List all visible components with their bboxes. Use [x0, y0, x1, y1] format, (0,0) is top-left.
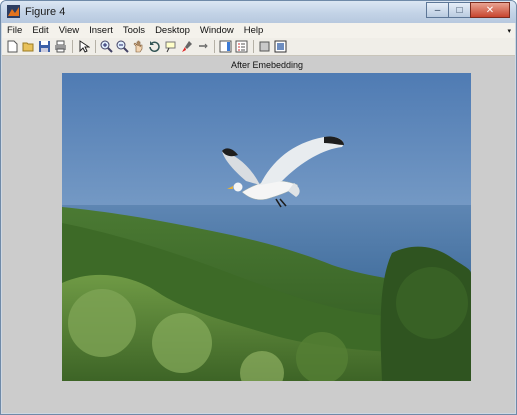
toolbar-separator — [253, 40, 254, 53]
window-title: Figure 4 — [25, 6, 66, 18]
matlab-figure-icon — [7, 5, 20, 18]
seagull-landscape-image — [62, 73, 471, 381]
menu-insert[interactable]: Insert — [84, 25, 118, 36]
menu-file[interactable]: File — [2, 25, 27, 36]
toolbar-separator — [95, 40, 96, 53]
show-plot-tools-icon[interactable] — [273, 40, 287, 54]
figure-canvas[interactable]: After Emebedding — [2, 56, 515, 413]
menubar-overflow-icon[interactable]: ▾ — [507, 27, 515, 35]
edit-plot-arrow-icon[interactable] — [76, 40, 90, 54]
insert-colorbar-icon[interactable] — [218, 40, 232, 54]
brush-icon[interactable] — [179, 40, 193, 54]
data-cursor-icon[interactable] — [163, 40, 177, 54]
menu-view[interactable]: View — [54, 25, 84, 36]
axes-title: After Emebedding — [230, 60, 304, 70]
print-icon[interactable] — [53, 40, 67, 54]
menu-desktop[interactable]: Desktop — [150, 25, 195, 36]
link-plot-icon[interactable] — [195, 40, 209, 54]
open-file-icon[interactable] — [21, 40, 35, 54]
title-bar[interactable]: Figure 4 – □ ✕ — [1, 1, 516, 23]
zoom-in-icon[interactable] — [99, 40, 113, 54]
pan-icon[interactable] — [131, 40, 145, 54]
menu-tools[interactable]: Tools — [118, 25, 150, 36]
close-button[interactable]: ✕ — [470, 2, 510, 18]
figure-window: Figure 4 – □ ✕ File Edit View Insert Too… — [0, 0, 517, 415]
window-controls: – □ ✕ — [426, 2, 510, 18]
hide-plot-tools-icon[interactable] — [257, 40, 271, 54]
figure-toolbar — [2, 38, 515, 56]
maximize-button[interactable]: □ — [448, 2, 471, 18]
rotate-3d-icon[interactable] — [147, 40, 161, 54]
toolbar-separator — [214, 40, 215, 53]
toolbar-separator — [72, 40, 73, 53]
image-axes[interactable] — [62, 73, 471, 381]
menu-bar: File Edit View Insert Tools Desktop Wind… — [2, 23, 515, 38]
menu-help[interactable]: Help — [239, 25, 269, 36]
insert-legend-icon[interactable] — [234, 40, 248, 54]
zoom-out-icon[interactable] — [115, 40, 129, 54]
new-figure-icon[interactable] — [5, 40, 19, 54]
menu-window[interactable]: Window — [195, 25, 239, 36]
menu-edit[interactable]: Edit — [27, 25, 53, 36]
save-icon[interactable] — [37, 40, 51, 54]
minimize-button[interactable]: – — [426, 2, 449, 18]
